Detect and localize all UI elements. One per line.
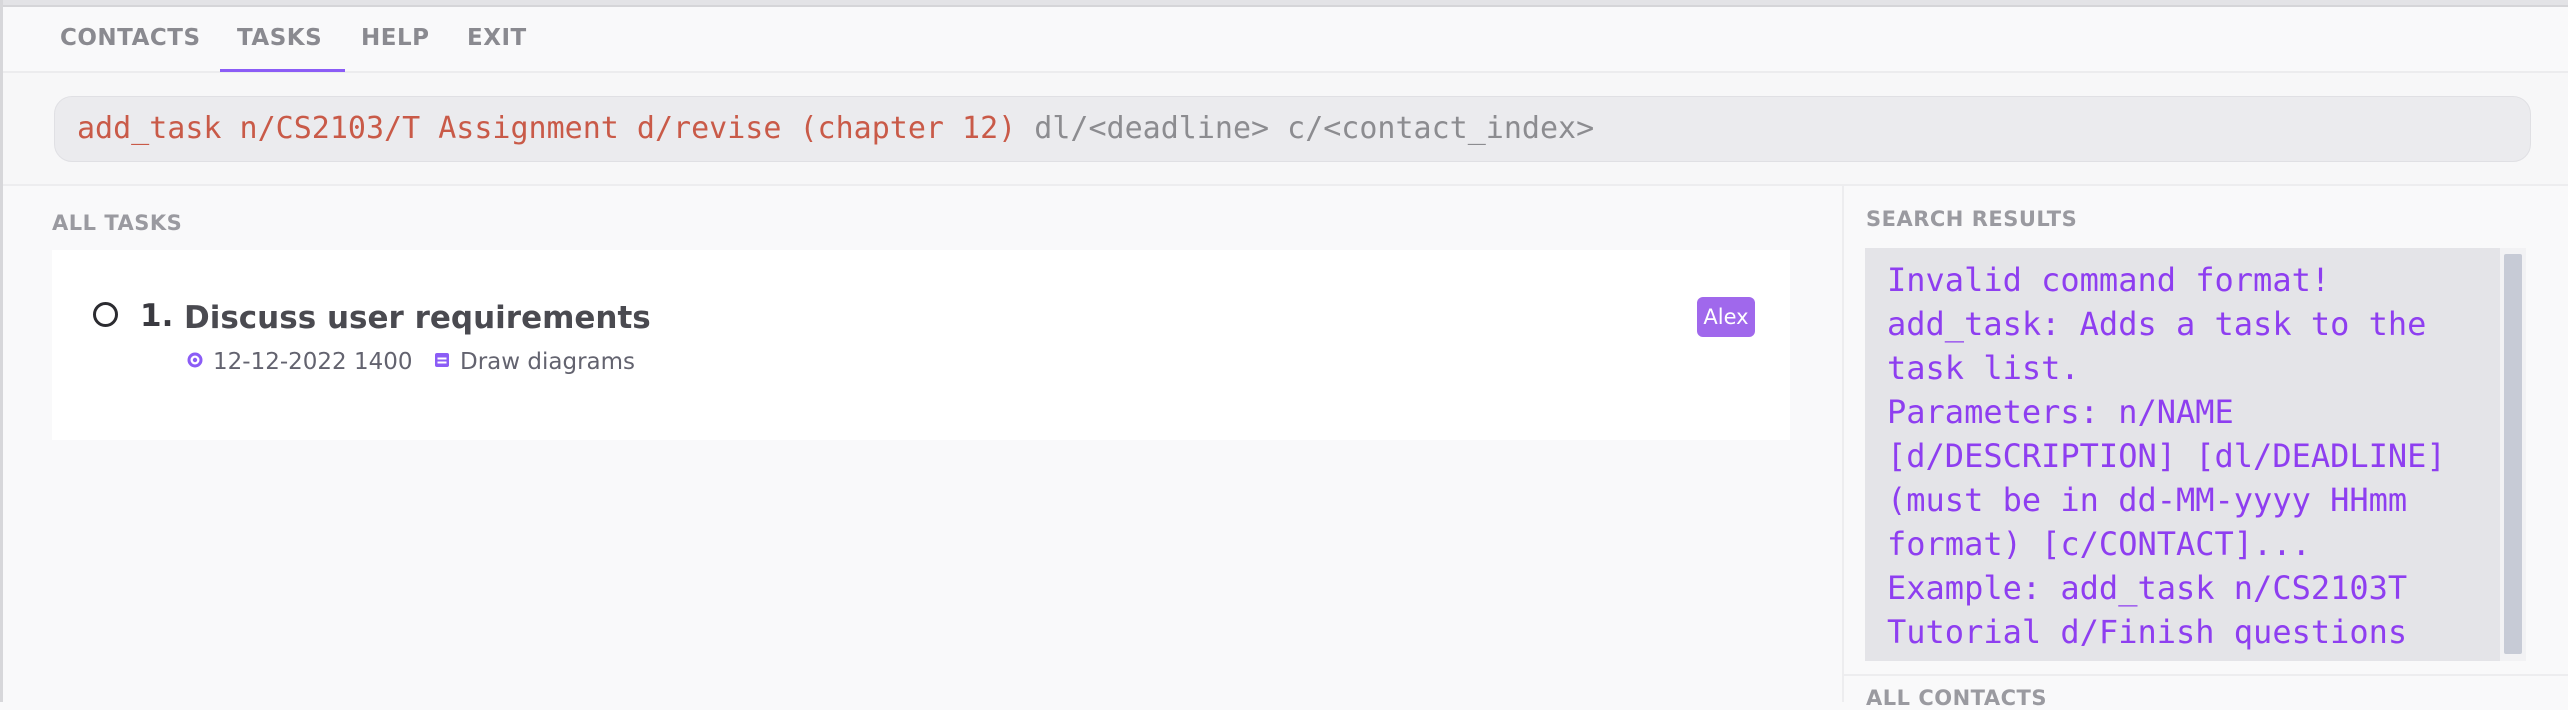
tab-help[interactable]: HELP — [361, 25, 429, 51]
tab-bar: CONTACTS TASKS HELP EXIT — [3, 7, 2568, 73]
task-deadline: 12-12-2022 1400 — [213, 349, 413, 375]
tab-exit[interactable]: EXIT — [467, 25, 527, 51]
search-results-text: Invalid command format! add_task: Adds a… — [1887, 261, 2446, 651]
window-top-border — [0, 0, 2568, 7]
panel-divider — [1842, 186, 1844, 702]
all-contacts-heading: ALL CONTACTS — [1866, 686, 2047, 710]
command-hint-text: dl/<deadline> c/<contact_index> — [1016, 111, 1595, 146]
results-divider — [1844, 674, 2568, 676]
task-list: 1. Discuss user requirements 12-12-2022 … — [52, 250, 1790, 440]
command-area: add_task n/CS2103/T Assignment d/revise … — [3, 73, 2568, 186]
tab-contacts[interactable]: CONTACTS — [60, 25, 201, 51]
results-scrollbar[interactable] — [2500, 248, 2526, 661]
circle-checkbox-icon[interactable] — [93, 302, 118, 327]
task-description: Draw diagrams — [460, 349, 636, 375]
contact-badge[interactable]: Alex — [1697, 297, 1755, 337]
search-results-box: Invalid command format! add_task: Adds a… — [1865, 248, 2526, 661]
notes-icon — [433, 351, 451, 369]
all-tasks-heading: ALL TASKS — [52, 211, 183, 235]
command-input[interactable]: add_task n/CS2103/T Assignment d/revise … — [54, 96, 2531, 162]
command-text[interactable]: add_task n/CS2103/T Assignment d/revise … — [77, 112, 1594, 146]
clock-icon — [186, 351, 204, 369]
search-results-heading: SEARCH RESULTS — [1866, 207, 2078, 231]
results-scroll-thumb[interactable] — [2504, 254, 2522, 654]
task-name: Discuss user requirements — [184, 300, 651, 336]
task-index: 1. — [140, 298, 174, 334]
command-typed-text: add_task n/CS2103/T Assignment d/revise … — [77, 111, 1017, 146]
active-tab-indicator — [220, 69, 345, 72]
tab-tasks[interactable]: TASKS — [237, 25, 322, 51]
